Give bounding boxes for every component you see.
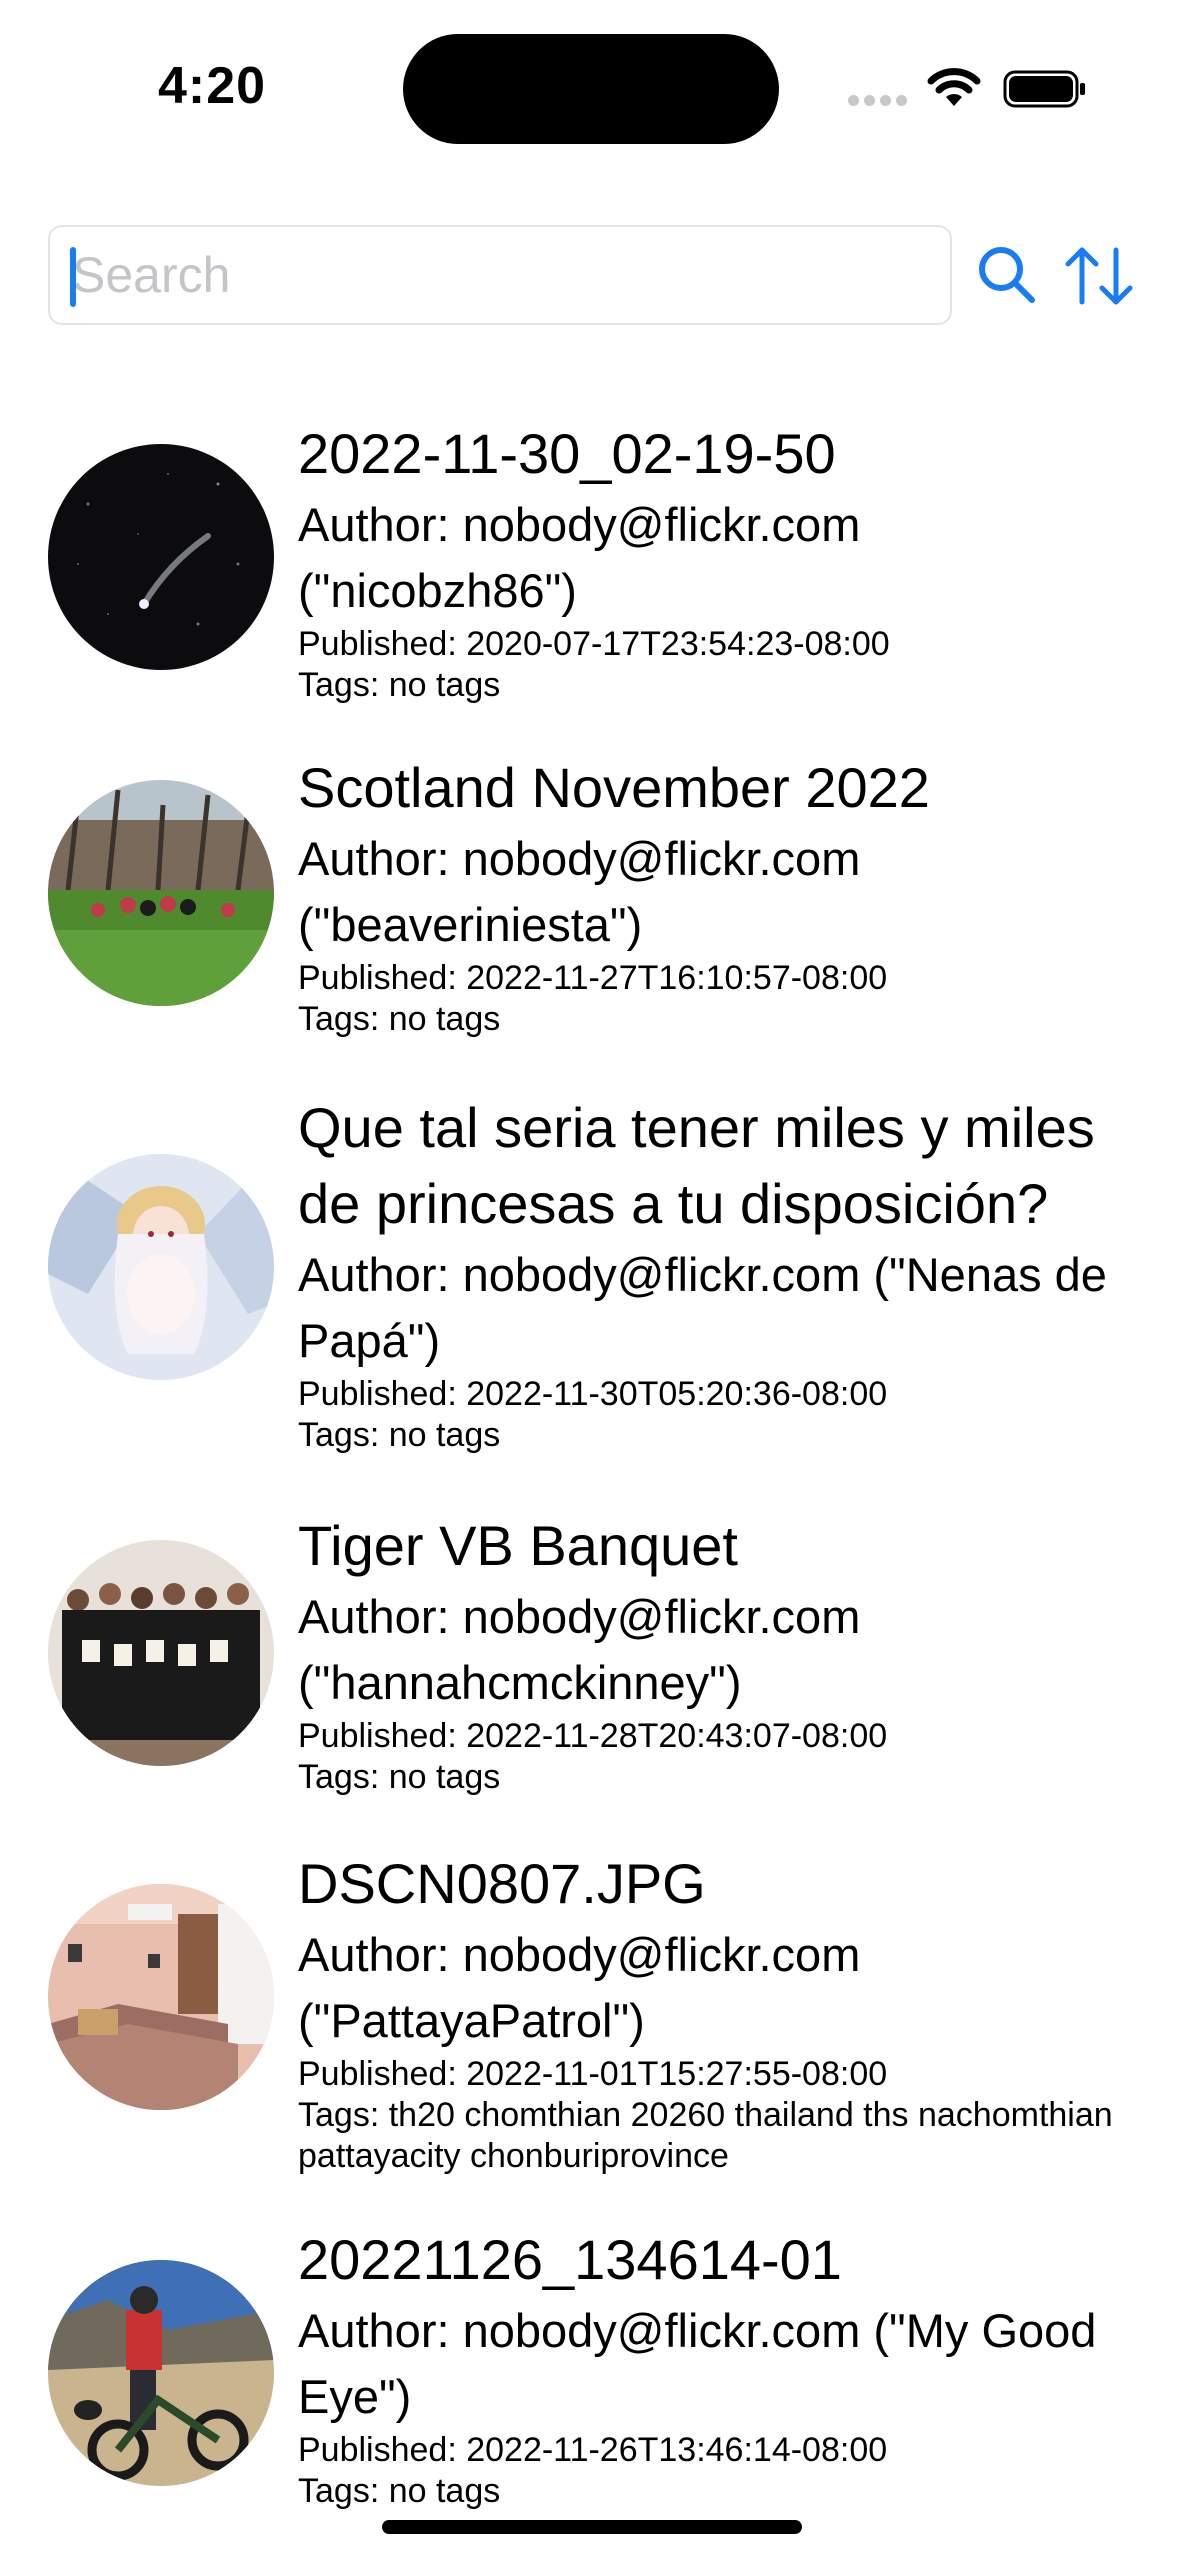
photo-author: Author: nobody@flickr.com ("My Good Eye"… [298, 2304, 1097, 2423]
photo-thumbnail [48, 444, 274, 670]
photo-published: Published: 2022-11-30T05:20:36-08:00 [298, 1375, 888, 1413]
photo-published: Published: 2022-11-28T20:43:07-08:00 [298, 1717, 888, 1755]
photo-author: Author: nobody@flickr.com ("hannahcmckin… [298, 1590, 861, 1709]
photo-author: Author: nobody@flickr.com ("nicobzh86") [298, 498, 861, 617]
list-item[interactable]: Que tal seria tener miles y miles de pri… [0, 1080, 1179, 1498]
status-time: 4:20 [158, 57, 267, 115]
photo-tags: Tags: no tags [298, 2472, 501, 2510]
photo-thumbnail [48, 1540, 274, 1766]
home-indicator[interactable] [382, 2520, 802, 2534]
photo-title: DSCN0807.JPG [298, 1852, 706, 1915]
photo-author: Author: nobody@flickr.com ("beaveriniest… [298, 832, 861, 951]
wifi-icon [927, 68, 981, 106]
photo-list: 2022-11-30_02-19-50 Author: nobody@flick… [0, 400, 1179, 2552]
search-field[interactable] [48, 225, 952, 325]
cellular-signal-icon [848, 95, 908, 107]
photo-published: Published: 2022-11-26T13:46:14-08:00 [298, 2431, 888, 2469]
photo-published: Published: 2022-11-01T15:27:55-08:00 [298, 2055, 888, 2093]
photo-thumbnail [48, 1154, 274, 1380]
photo-published: Published: 2020-07-17T23:54:23-08:00 [298, 625, 890, 663]
photo-tags: Tags: no tags [298, 1758, 501, 1796]
photo-title: 20221126_134614-01 [298, 2228, 842, 2291]
photo-thumbnail [48, 2260, 274, 2486]
list-item[interactable]: 20221126_134614-01 Author: nobody@flickr… [0, 2212, 1179, 2552]
photo-title: Tiger VB Banquet [298, 1514, 738, 1577]
photo-published: Published: 2022-11-27T16:10:57-08:00 [298, 959, 888, 997]
photo-title: Que tal seria tener miles y miles de pri… [298, 1096, 1095, 1235]
dynamic-island [403, 34, 779, 144]
photo-tags: Tags: th20 chomthian 20260 thailand ths … [298, 2096, 1113, 2175]
battery-icon [1003, 70, 1085, 108]
photo-tags: Tags: no tags [298, 1000, 501, 1038]
list-item[interactable]: 2022-11-30_02-19-50 Author: nobody@flick… [0, 400, 1179, 740]
photo-author: Author: nobody@flickr.com ("PattayaPatro… [298, 1928, 861, 2047]
photo-tags: Tags: no tags [298, 1416, 501, 1454]
search-input[interactable] [68, 227, 932, 323]
photo-title: 2022-11-30_02-19-50 [298, 422, 836, 485]
photo-thumbnail [48, 780, 274, 1006]
photo-author: Author: nobody@flickr.com ("Nenas de Pap… [298, 1248, 1107, 1367]
text-cursor [70, 247, 76, 307]
sort-icon[interactable] [1064, 244, 1134, 308]
photo-thumbnail [48, 1884, 274, 2110]
list-item[interactable]: DSCN0807.JPG Author: nobody@flickr.com (… [0, 1836, 1179, 2212]
status-bar: 4:20 [0, 0, 1179, 170]
photo-tags: Tags: no tags [298, 666, 501, 704]
photo-title: Scotland November 2022 [298, 756, 930, 819]
search-icon[interactable] [976, 244, 1038, 306]
list-item[interactable]: Tiger VB Banquet Author: nobody@flickr.c… [0, 1498, 1179, 1836]
list-item[interactable]: Scotland November 2022 Author: nobody@fl… [0, 740, 1179, 1080]
